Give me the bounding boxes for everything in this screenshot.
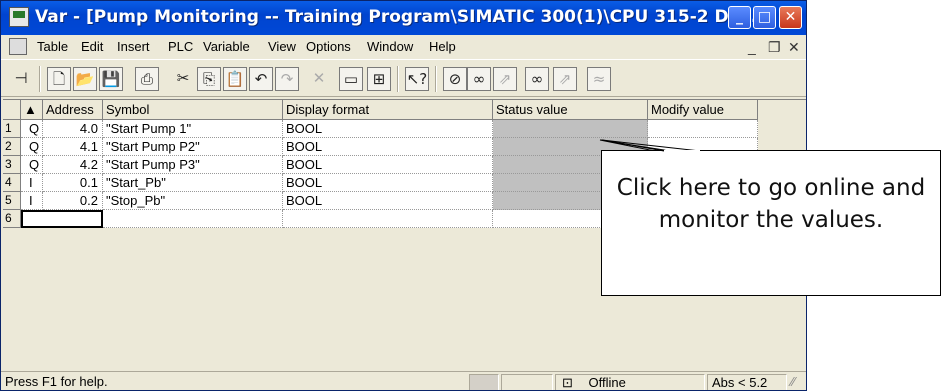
menu-edit[interactable]: Edit xyxy=(81,39,103,54)
toolbar: ⊣ 🗋 📂 💾 ⎙ ✂ ⎘ 📋 ↶ ↷ ✕ ▭ ⊞ ↖? ⊘ ∞ ⇗ ∞ ⇗ ≈ xyxy=(1,59,806,97)
address-cell[interactable]: 0.1 xyxy=(43,174,103,192)
force-icon[interactable]: ≈ xyxy=(587,67,611,91)
help-cursor-icon[interactable]: ↖? xyxy=(405,67,429,91)
row-number[interactable]: 3 xyxy=(3,156,21,174)
column-status-value[interactable]: Status value xyxy=(493,100,648,120)
status-pane xyxy=(469,374,499,390)
area-cell[interactable]: I xyxy=(21,174,43,192)
symbol-cell[interactable]: "Start_Pb" xyxy=(103,174,283,192)
column-address[interactable]: Address xyxy=(43,100,103,120)
menu-view[interactable]: View xyxy=(268,39,296,54)
copy-icon[interactable]: ⎘ xyxy=(197,67,221,91)
menu-window[interactable]: Window xyxy=(367,39,413,54)
modify-cell[interactable] xyxy=(648,120,758,138)
title-bar: Var - [Pump Monitoring -- Training Progr… xyxy=(1,1,806,35)
insert-row-icon[interactable]: ▭ xyxy=(339,67,363,91)
status-cell xyxy=(493,120,648,138)
print-icon[interactable]: ⎙ xyxy=(135,67,159,91)
window-title: Var - [Pump Monitoring -- Training Progr… xyxy=(35,7,758,27)
area-cell[interactable]: I xyxy=(21,192,43,210)
symbol-cell[interactable]: "Start Pump P3" xyxy=(103,156,283,174)
symbol-cell[interactable]: "Stop_Pb" xyxy=(103,192,283,210)
column-status-icon[interactable]: ▲ xyxy=(21,100,43,120)
app-icon xyxy=(9,7,29,27)
connection-icon: ⊡ xyxy=(562,375,573,390)
symbol-cell[interactable]: "Start Pump 1" xyxy=(103,120,283,138)
online-icon[interactable]: ⊘ xyxy=(443,67,467,91)
column-display-format[interactable]: Display format xyxy=(283,100,493,120)
status-mode: Abs < 5.2 xyxy=(707,374,787,390)
area-cell[interactable]: Q xyxy=(21,156,43,174)
mdi-minimize-button[interactable]: _ xyxy=(748,39,756,55)
mdi-restore-button[interactable]: ❐ xyxy=(768,39,781,56)
monitor-icon[interactable]: ∞ xyxy=(467,67,491,91)
maximize-button[interactable]: □ xyxy=(753,6,776,29)
menu-insert[interactable]: Insert xyxy=(117,39,150,54)
format-cell[interactable]: BOOL xyxy=(283,138,493,156)
address-cell[interactable]: 4.2 xyxy=(43,156,103,174)
format-cell[interactable]: BOOL xyxy=(283,174,493,192)
monitor-variable-icon[interactable]: ⊞ xyxy=(367,67,391,91)
active-cell[interactable] xyxy=(21,210,103,228)
status-bar: Press F1 for help. ⊡ Offline Abs < 5.2 ⁄… xyxy=(1,371,806,390)
modify-now-icon[interactable]: ⇗ xyxy=(553,67,577,91)
address-cell[interactable]: 4.0 xyxy=(43,120,103,138)
menu-help[interactable]: Help xyxy=(429,39,456,54)
column-modify-value[interactable]: Modify value xyxy=(648,100,758,120)
mdi-close-button[interactable]: ✕ xyxy=(788,39,800,56)
symbol-cell[interactable] xyxy=(103,210,283,228)
monitor-now-icon[interactable]: ∞ xyxy=(525,67,549,91)
row-number[interactable]: 5 xyxy=(3,192,21,210)
area-cell[interactable]: Q xyxy=(21,138,43,156)
paste-icon[interactable]: 📋 xyxy=(223,67,247,91)
document-icon[interactable] xyxy=(9,38,27,55)
status-pane xyxy=(501,374,553,390)
cut-icon[interactable]: ✂ xyxy=(171,67,195,91)
close-button[interactable]: ✕ xyxy=(779,6,802,29)
row-number[interactable]: 1 xyxy=(3,120,21,138)
menu-bar: Table Edit Insert PLC Variable View Opti… xyxy=(1,35,806,59)
pin-icon[interactable]: ⊣ xyxy=(9,67,33,91)
row-number[interactable]: 6 xyxy=(3,210,21,228)
redo-icon[interactable]: ↷ xyxy=(275,67,299,91)
status-help-text: Press F1 for help. xyxy=(5,374,108,389)
address-cell[interactable]: 0.2 xyxy=(43,192,103,210)
row-number[interactable]: 2 xyxy=(3,138,21,156)
delete-icon[interactable]: ✕ xyxy=(307,67,331,91)
save-icon[interactable]: 💾 xyxy=(99,67,123,91)
modify-icon[interactable]: ⇗ xyxy=(493,67,517,91)
status-connection: ⊡ Offline xyxy=(555,374,705,390)
format-cell[interactable] xyxy=(283,210,493,228)
open-icon[interactable]: 📂 xyxy=(73,67,97,91)
format-cell[interactable]: BOOL xyxy=(283,120,493,138)
connection-text: Offline xyxy=(588,375,626,390)
row-number[interactable]: 4 xyxy=(3,174,21,192)
symbol-cell[interactable]: "Start Pump P2" xyxy=(103,138,283,156)
menu-options[interactable]: Options xyxy=(306,39,351,54)
new-icon[interactable]: 🗋 xyxy=(47,67,71,91)
menu-variable[interactable]: Variable xyxy=(203,39,250,54)
undo-icon[interactable]: ↶ xyxy=(249,67,273,91)
minimize-button[interactable]: _ xyxy=(728,6,751,29)
callout-text: Click here to go online and monitor the … xyxy=(616,175,926,233)
area-cell[interactable]: Q xyxy=(21,120,43,138)
corner-cell xyxy=(3,100,21,120)
column-symbol[interactable]: Symbol xyxy=(103,100,283,120)
menu-plc[interactable]: PLC xyxy=(168,39,193,54)
format-cell[interactable]: BOOL xyxy=(283,156,493,174)
menu-table[interactable]: Table xyxy=(37,39,68,54)
format-cell[interactable]: BOOL xyxy=(283,192,493,210)
address-cell[interactable]: 4.1 xyxy=(43,138,103,156)
resize-grip-icon[interactable]: ⁄⁄ xyxy=(791,374,795,390)
